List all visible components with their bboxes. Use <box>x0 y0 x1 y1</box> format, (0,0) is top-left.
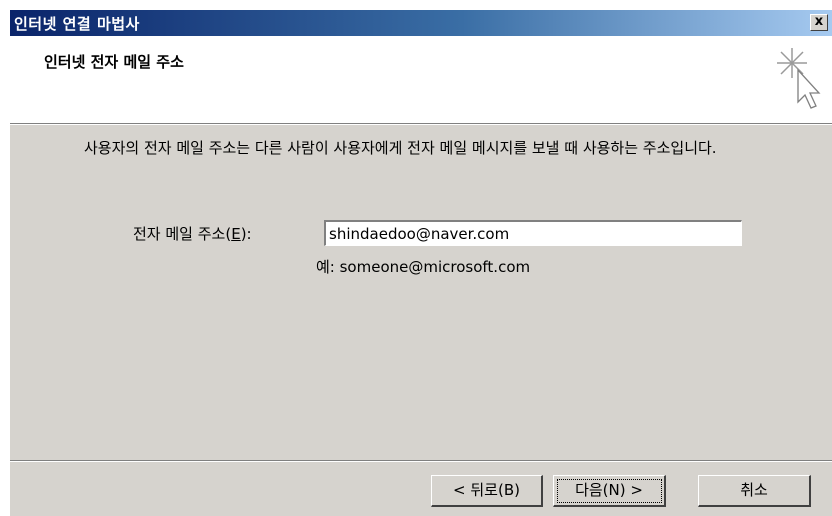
wizard-header: 인터넷 전자 메일 주소 <box>10 36 832 124</box>
wizard-window: 인터넷 연결 마법사 x 인터넷 전자 메일 주소 사용자의 전자 메일 주소는… <box>10 10 832 516</box>
close-button[interactable]: x <box>810 14 828 31</box>
window-title: 인터넷 연결 마법사 <box>14 15 140 33</box>
footer-divider-highlight <box>10 461 832 462</box>
back-button[interactable]: < 뒤로(B) <box>431 475 543 507</box>
email-label-accesskey: E <box>231 225 241 243</box>
header-divider <box>10 124 832 125</box>
title-bar[interactable]: 인터넷 연결 마법사 x <box>10 10 832 36</box>
page-title: 인터넷 전자 메일 주소 <box>44 53 184 71</box>
email-label-prefix: 전자 메일 주소( <box>133 225 232 243</box>
email-label-suffix: ): <box>240 225 252 243</box>
close-icon: x <box>814 14 824 29</box>
cancel-button[interactable]: 취소 <box>698 475 811 507</box>
next-button[interactable]: 다음(N) > <box>553 475 666 507</box>
wizard-sparkle-cursor-icon <box>777 48 821 109</box>
description-text: 사용자의 전자 메일 주소는 다른 사람이 사용자에게 전자 메일 메시지를 보… <box>84 139 717 157</box>
email-example-text: 예: someone@microsoft.com <box>316 258 531 276</box>
email-address-input[interactable] <box>324 220 742 246</box>
email-label: 전자 메일 주소(E): <box>133 223 252 244</box>
